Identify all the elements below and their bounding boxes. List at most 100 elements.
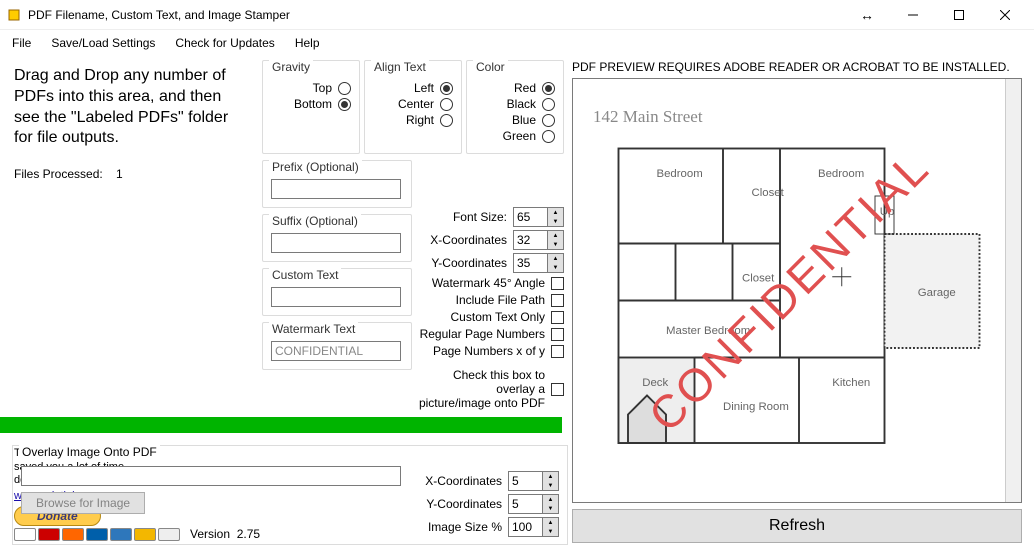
xcoord-label: X-Coordinates (418, 233, 507, 247)
ycoord-input[interactable] (513, 253, 547, 273)
preview-scrollbar[interactable] (1005, 79, 1021, 502)
align-center-label: Center (398, 97, 434, 111)
preview-message: PDF PREVIEW REQUIRES ADOBE READER OR ACR… (572, 60, 1022, 74)
gravity-top-radio[interactable] (338, 82, 351, 95)
gravity-group: Gravity Top Bottom (262, 60, 360, 154)
prefix-group: Prefix (Optional) (262, 160, 412, 208)
close-button[interactable] (982, 0, 1028, 30)
overlay-size-spinner[interactable]: ▲▼ (508, 517, 559, 537)
watermark-text-label: Watermark Text (269, 322, 358, 336)
watermark-text-group: Watermark Text (262, 322, 412, 370)
maximize-button[interactable] (936, 0, 982, 30)
menu-save-load[interactable]: Save/Load Settings (51, 36, 155, 50)
overlay-group: Overlay Image Onto PDF Browse for Image … (12, 445, 568, 545)
overlay-path-input[interactable] (21, 466, 401, 486)
color-red-label: Red (514, 81, 536, 95)
includepath-checkbox[interactable] (551, 294, 564, 307)
align-label: Align Text (371, 60, 429, 74)
suffix-group: Suffix (Optional) (262, 214, 412, 262)
menu-check-updates[interactable]: Check for Updates (175, 36, 274, 50)
pxy-label: Page Numbers x of y (418, 344, 545, 358)
regpages-label: Regular Page Numbers (418, 327, 545, 341)
browse-image-button[interactable]: Browse for Image (21, 492, 145, 514)
svg-text:Deck: Deck (642, 377, 668, 389)
overlay-x-label: X-Coordinates (409, 474, 502, 488)
preview-document: 142 Main Street (573, 79, 1005, 502)
pxy-checkbox[interactable] (551, 345, 564, 358)
overlay-label: Overlay Image Onto PDF (19, 445, 160, 459)
window-title: PDF Filename, Custom Text, and Image Sta… (28, 8, 290, 22)
align-left-radio[interactable] (440, 82, 453, 95)
ycoord-spinner[interactable]: ▲▼ (513, 253, 564, 273)
menu-file[interactable]: File (12, 36, 31, 50)
ctonly-label: Custom Text Only (418, 310, 545, 324)
resize-handle-icon[interactable]: ↔ (844, 0, 890, 30)
color-black-radio[interactable] (542, 98, 555, 111)
color-blue-label: Blue (512, 113, 536, 127)
regpages-checkbox[interactable] (551, 328, 564, 341)
color-blue-radio[interactable] (542, 114, 555, 127)
floorplan-title: 142 Main Street (593, 107, 985, 127)
svg-text:Dining Room: Dining Room (723, 401, 789, 413)
preview-frame: 142 Main Street (572, 78, 1022, 503)
overlay-size-label: Image Size % (409, 520, 502, 534)
prefix-input[interactable] (271, 179, 401, 199)
overlay-size-input[interactable] (508, 517, 542, 537)
color-green-radio[interactable] (542, 130, 555, 143)
suffix-input[interactable] (271, 233, 401, 253)
svg-text:Closet: Closet (742, 273, 775, 285)
align-group: Align Text Left Center Right (364, 60, 462, 154)
svg-text:Kitchen: Kitchen (832, 377, 870, 389)
overlay-y-input[interactable] (508, 494, 542, 514)
overlay-y-label: Y-Coordinates (409, 497, 502, 511)
app-icon (6, 7, 22, 23)
color-black-label: Black (507, 97, 536, 111)
floorplan-svg: Bedroom Bedroom Closet Closet Up Garage … (609, 139, 989, 462)
color-group: Color Red Black Blue Green (466, 60, 564, 154)
angle-checkbox[interactable] (551, 277, 564, 290)
align-right-label: Right (406, 113, 434, 127)
files-processed-label: Files Processed: (14, 167, 103, 181)
svg-text:Bedroom: Bedroom (818, 168, 864, 180)
align-right-radio[interactable] (440, 114, 453, 127)
font-size-input[interactable] (513, 207, 547, 227)
color-green-label: Green (503, 129, 536, 143)
overlaychk-label: Check this box to overlay apicture/image… (418, 368, 545, 410)
color-label: Color (473, 60, 508, 74)
custom-text-group: Custom Text (262, 268, 412, 316)
titlebar: PDF Filename, Custom Text, and Image Sta… (0, 0, 1034, 30)
font-size-spinner[interactable]: ▲▼ (513, 207, 564, 227)
gravity-top-label: Top (313, 81, 332, 95)
settings-pane: Gravity Top Bottom Align Text Left Cente… (258, 56, 568, 551)
align-left-label: Left (414, 81, 434, 95)
ctonly-checkbox[interactable] (551, 311, 564, 324)
menu-help[interactable]: Help (295, 36, 320, 50)
color-red-radio[interactable] (542, 82, 555, 95)
overlay-x-input[interactable] (508, 471, 542, 491)
progress-bar (0, 417, 562, 433)
gravity-bottom-label: Bottom (294, 97, 332, 111)
preview-pane: PDF PREVIEW REQUIRES ADOBE READER OR ACR… (568, 56, 1034, 551)
minimize-button[interactable] (890, 0, 936, 30)
svg-text:Garage: Garage (918, 287, 956, 299)
ycoord-label: Y-Coordinates (418, 256, 507, 270)
custom-text-label: Custom Text (269, 268, 341, 282)
overlay-checkbox[interactable] (551, 383, 564, 396)
xcoord-spinner[interactable]: ▲▼ (513, 230, 564, 250)
watermark-text-input[interactable] (271, 341, 401, 361)
drop-area-text: Drag and Drop any number of PDFs into th… (14, 66, 244, 149)
align-center-radio[interactable] (440, 98, 453, 111)
includepath-label: Include File Path (418, 293, 545, 307)
svg-text:Master Bedroom: Master Bedroom (666, 325, 750, 337)
refresh-button[interactable]: Refresh (572, 509, 1022, 543)
menubar: File Save/Load Settings Check for Update… (0, 30, 1034, 56)
custom-text-input[interactable] (271, 287, 401, 307)
suffix-label: Suffix (Optional) (269, 214, 361, 228)
overlay-x-spinner[interactable]: ▲▼ (508, 471, 559, 491)
gravity-bottom-radio[interactable] (338, 98, 351, 111)
overlay-y-spinner[interactable]: ▲▼ (508, 494, 559, 514)
files-processed: Files Processed: 1 (14, 165, 244, 183)
files-processed-count: 1 (116, 167, 123, 181)
gravity-label: Gravity (269, 60, 313, 74)
xcoord-input[interactable] (513, 230, 547, 250)
